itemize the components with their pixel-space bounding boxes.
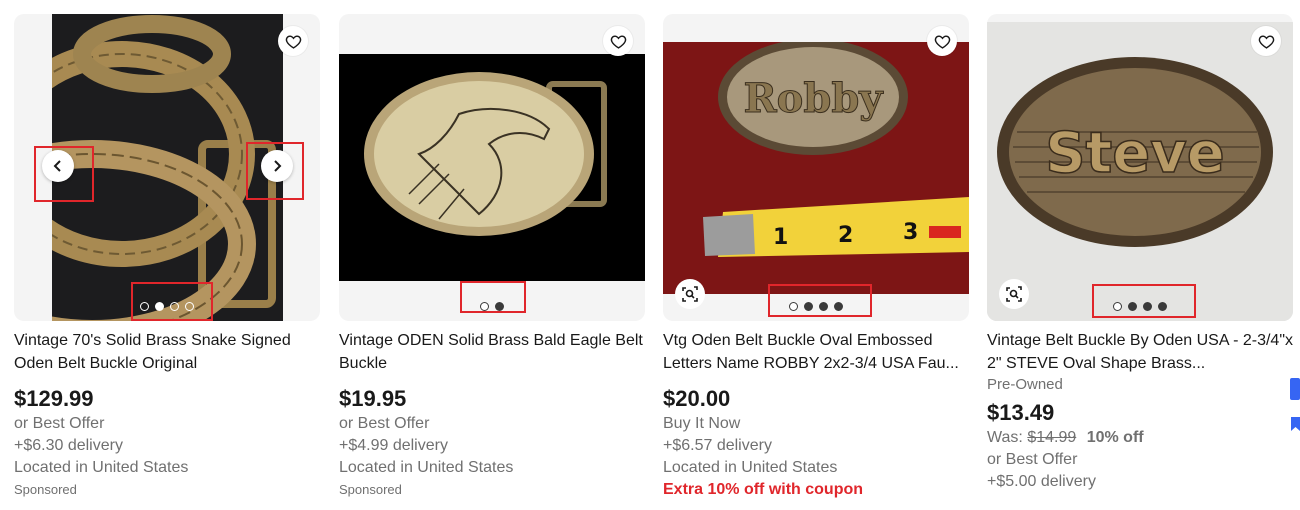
listing-photo[interactable] — [339, 54, 645, 281]
search-results-grid: Vintage 70's Solid Brass Snake Signed Od… — [14, 14, 1294, 510]
heart-outline-icon — [285, 34, 301, 49]
highlight-box — [34, 146, 94, 202]
listing-card[interactable]: Robby 1 2 3 Vtg Oden Belt Buckle Oval Em… — [663, 14, 969, 510]
delivery-cost: +$4.99 delivery — [339, 437, 448, 454]
image-search-icon — [1006, 286, 1022, 302]
listing-photo[interactable]: Robby 1 2 3 — [663, 42, 969, 294]
listing-image-carousel[interactable]: Steve — [987, 14, 1293, 321]
heart-outline-icon — [1258, 34, 1274, 49]
listing-title[interactable]: Vintage Belt Buckle By Oden USA - 2-3/4"… — [987, 329, 1293, 375]
watch-heart-button[interactable] — [278, 26, 308, 56]
discount-percent: 10% off — [1086, 429, 1144, 446]
watch-heart-button[interactable] — [603, 26, 633, 56]
listing-price: $129.99 — [14, 386, 94, 411]
buckle-engraving-text: Robby — [743, 75, 884, 122]
listing-price: $20.00 — [663, 386, 731, 411]
listing-image-carousel[interactable] — [339, 14, 645, 321]
item-location: Located in United States — [663, 459, 838, 476]
was-label: Was: — [987, 429, 1023, 446]
listing-price: $19.95 — [339, 386, 407, 411]
bookmark-icon[interactable] — [1290, 416, 1300, 432]
listing-title[interactable]: Vintage 70's Solid Brass Snake Signed Od… — [14, 329, 320, 375]
highlight-box — [246, 142, 304, 200]
listing-image-carousel[interactable] — [14, 14, 320, 321]
image-search-icon — [682, 286, 698, 302]
svg-text:3: 3 — [903, 220, 918, 245]
listing-card[interactable]: Steve Vintage Belt Buckle By Oden USA - … — [987, 14, 1293, 510]
highlight-box — [768, 284, 872, 317]
sponsored-label: Sponsored — [14, 482, 77, 497]
highlight-box — [460, 281, 526, 313]
buying-format: or Best Offer — [339, 415, 430, 432]
highlight-box — [1092, 284, 1196, 318]
listing-price: $13.49 — [987, 400, 1055, 425]
listing-title[interactable]: Vintage ODEN Solid Brass Bald Eagle Belt… — [339, 329, 645, 375]
buying-format: Buy It Now — [663, 415, 741, 432]
highlight-box — [131, 282, 213, 321]
watch-heart-button[interactable] — [927, 26, 957, 56]
feedback-tab-edge[interactable] — [1290, 378, 1300, 400]
item-location: Located in United States — [14, 459, 189, 476]
was-price: $14.99 — [1027, 429, 1077, 446]
buying-format: or Best Offer — [987, 451, 1078, 468]
listing-card[interactable]: Vintage 70's Solid Brass Snake Signed Od… — [14, 14, 320, 510]
watch-heart-button[interactable] — [1251, 26, 1281, 56]
buckle-engraving-text: Steve — [1045, 121, 1225, 186]
listing-image-carousel[interactable]: Robby 1 2 3 — [663, 14, 969, 321]
delivery-cost: +$6.57 delivery — [663, 437, 772, 454]
delivery-cost: +$5.00 delivery — [987, 473, 1096, 490]
listing-card[interactable]: Vintage ODEN Solid Brass Bald Eagle Belt… — [339, 14, 645, 510]
item-condition: Pre-Owned — [987, 376, 1063, 393]
svg-text:1: 1 — [773, 225, 788, 250]
delivery-cost: +$6.30 delivery — [14, 437, 123, 454]
svg-text:2: 2 — [838, 223, 853, 248]
listing-title[interactable]: Vtg Oden Belt Buckle Oval Embossed Lette… — [663, 329, 969, 375]
heart-outline-icon — [610, 34, 626, 49]
heart-outline-icon — [934, 34, 950, 49]
item-location: Located in United States — [339, 459, 514, 476]
buying-format: or Best Offer — [14, 415, 105, 432]
was-price-line: Was: $14.99 10% off — [987, 427, 1293, 449]
listing-photo[interactable]: Steve — [987, 22, 1293, 321]
sponsored-label: Sponsored — [339, 482, 402, 497]
coupon-promo[interactable]: Extra 10% off with coupon — [663, 479, 969, 501]
